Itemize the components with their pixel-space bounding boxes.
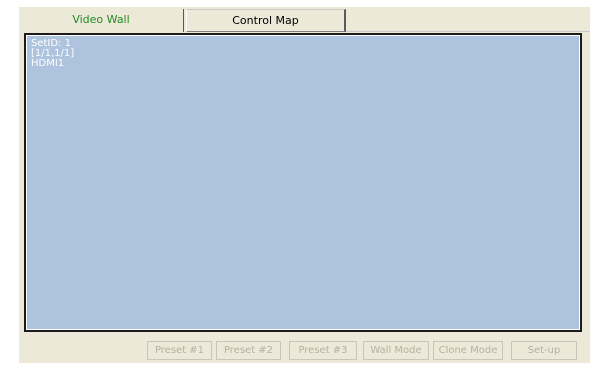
- tab-video-wall[interactable]: Video Wall: [19, 9, 184, 32]
- wall-cell-info: SetID: 1 [1/1,1/1] HDMI1: [31, 39, 74, 69]
- clone-mode-button[interactable]: Clone Mode: [433, 341, 503, 360]
- input-source-label: HDMI1: [31, 58, 65, 69]
- video-wall-panel: Video Wall Control Map SetID: 1 [1/1,1/1…: [19, 7, 590, 363]
- wall-mode-button[interactable]: Wall Mode: [363, 341, 429, 360]
- video-wall-display[interactable]: SetID: 1 [1/1,1/1] HDMI1: [24, 33, 582, 332]
- preset-1-button[interactable]: Preset #1: [147, 341, 212, 360]
- setup-button[interactable]: Set-up: [511, 341, 577, 360]
- preset-2-button[interactable]: Preset #2: [216, 341, 281, 360]
- preset-3-button[interactable]: Preset #3: [289, 341, 357, 360]
- tab-strip-divider: [346, 31, 590, 32]
- tab-control-map[interactable]: Control Map: [186, 9, 346, 32]
